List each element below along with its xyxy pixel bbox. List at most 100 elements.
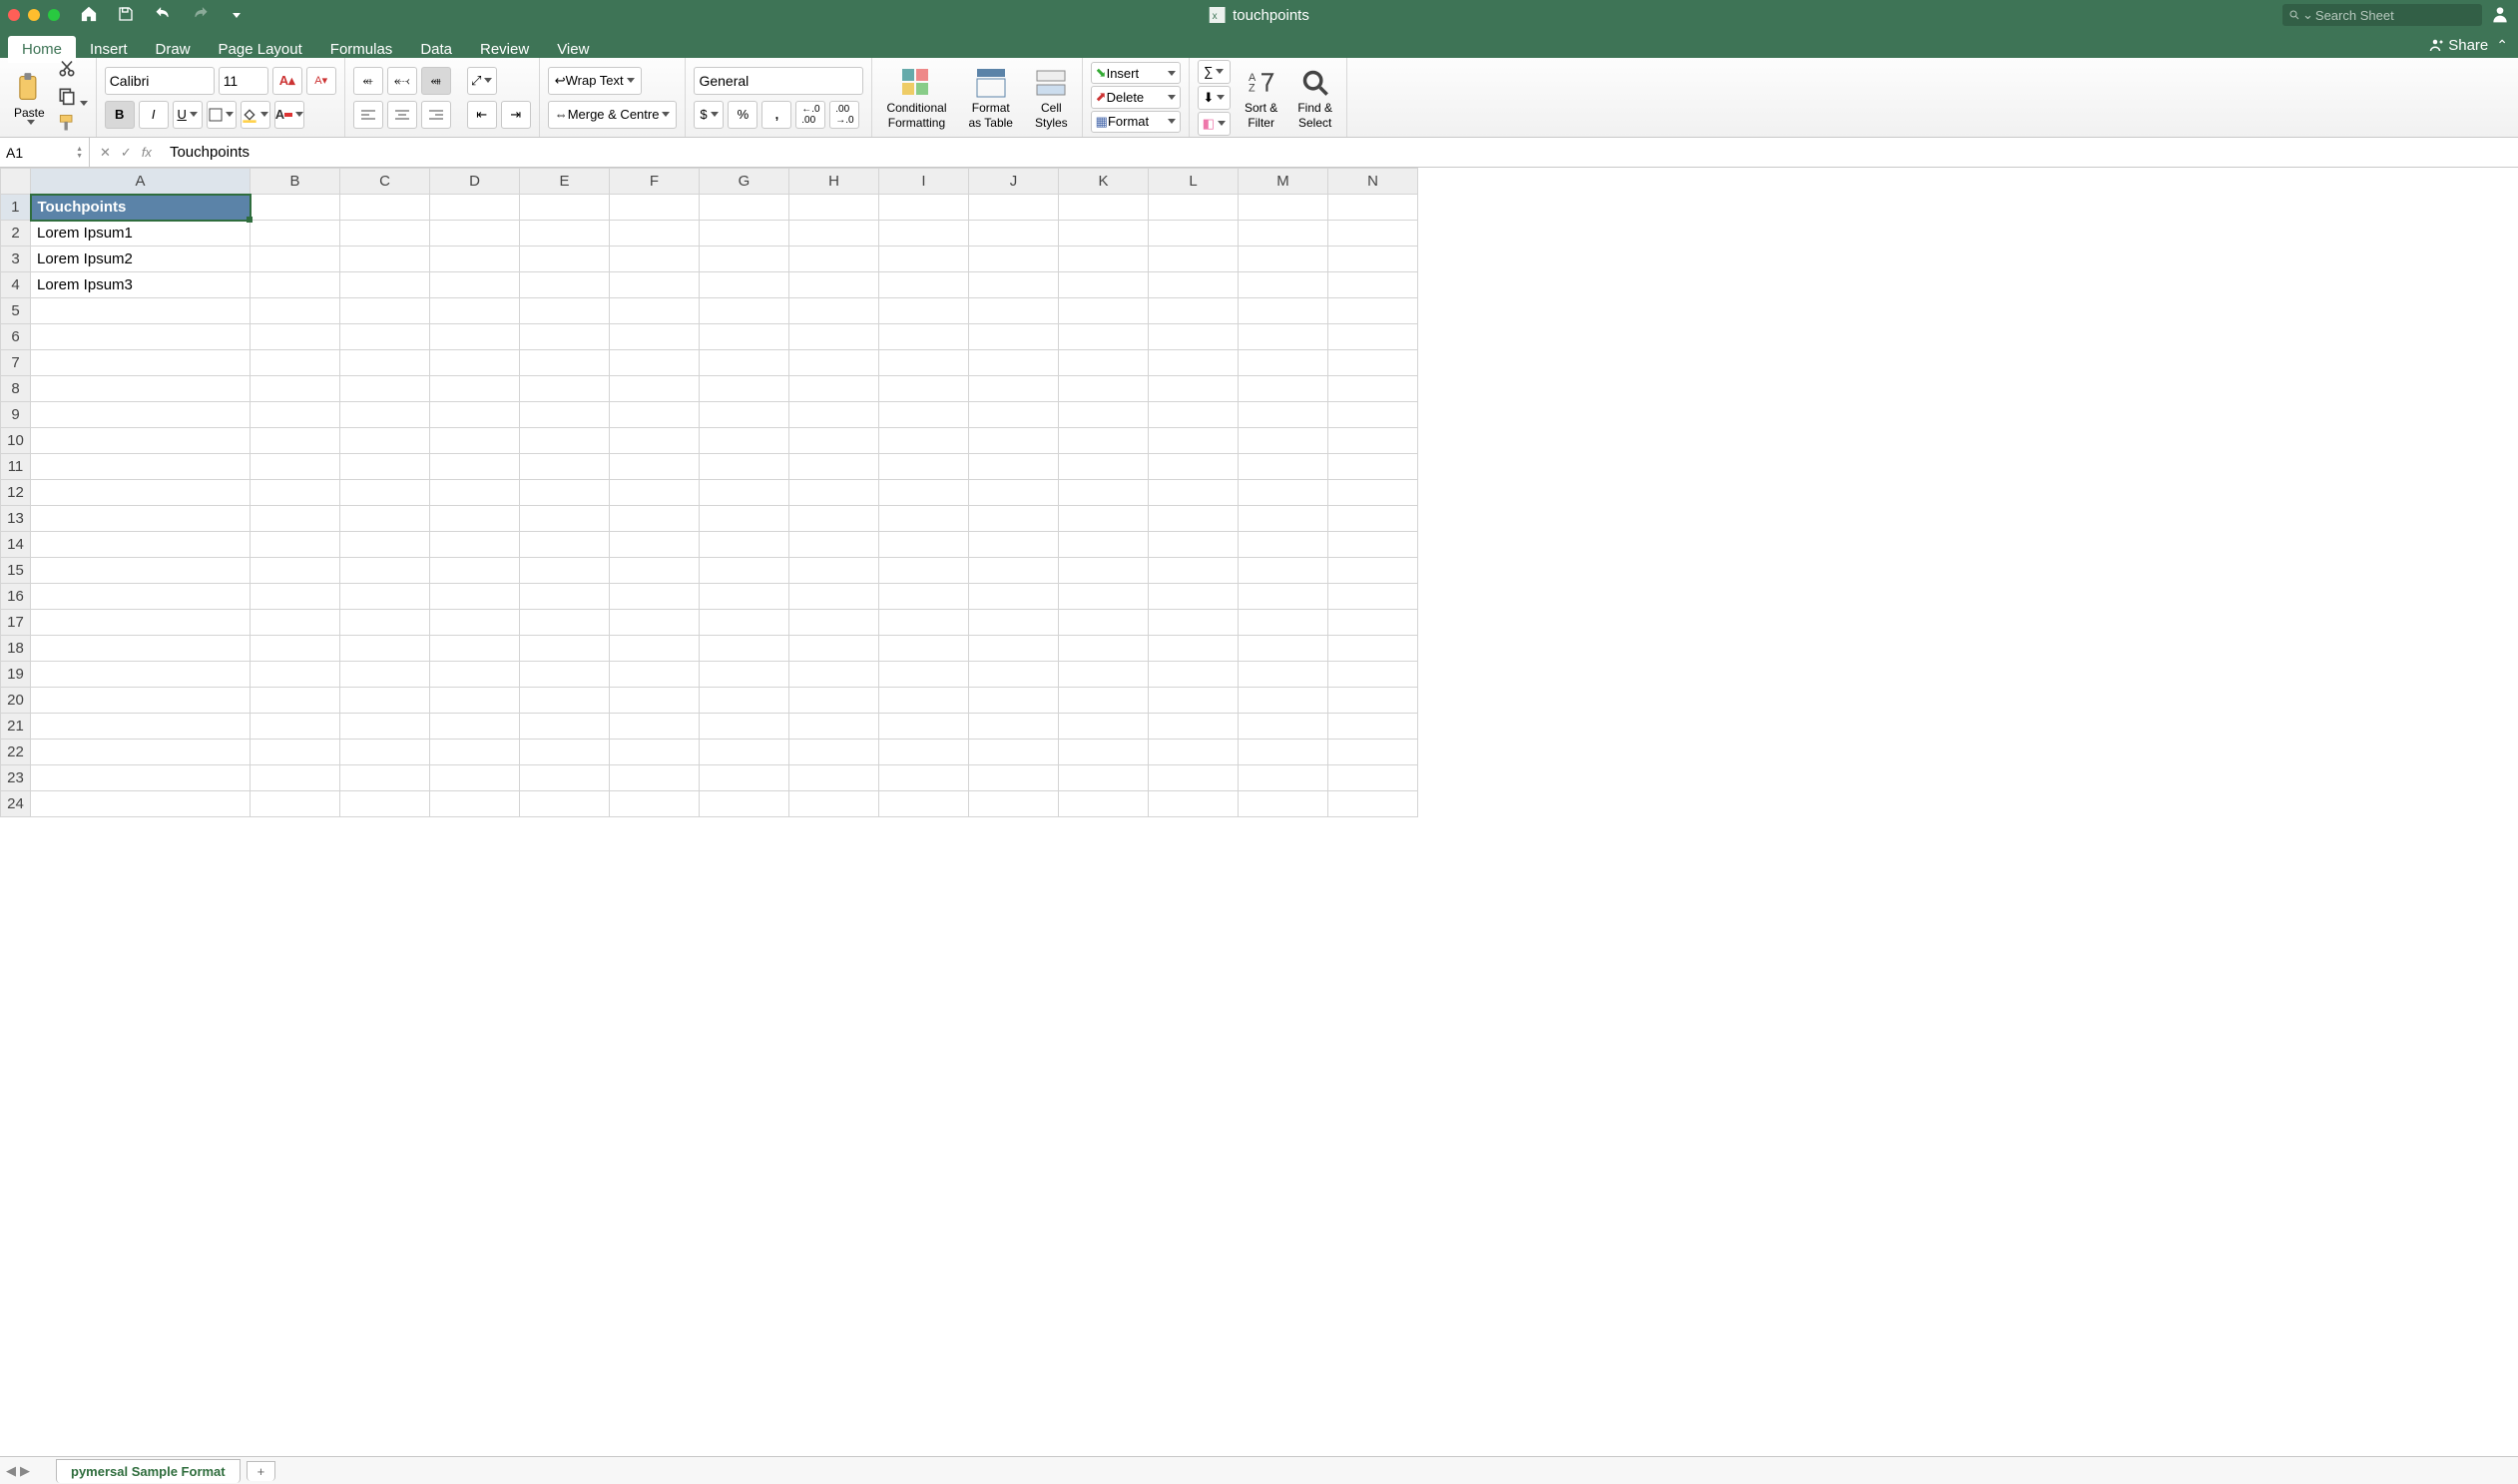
cell-E12[interactable]	[520, 480, 610, 506]
cell-D4[interactable]	[430, 272, 520, 298]
cell-M5[interactable]	[1239, 298, 1328, 324]
cell-I12[interactable]	[879, 480, 969, 506]
cell-N13[interactable]	[1328, 506, 1418, 532]
cell-G15[interactable]	[700, 558, 789, 584]
cell-styles-button[interactable]: CellStyles	[1029, 62, 1074, 133]
cell-J11[interactable]	[969, 454, 1059, 480]
cell-D16[interactable]	[430, 584, 520, 610]
cell-A11[interactable]	[31, 454, 251, 480]
cell-B19[interactable]	[251, 662, 340, 688]
cell-L22[interactable]	[1149, 740, 1239, 765]
cell-D10[interactable]	[430, 428, 520, 454]
cell-D20[interactable]	[430, 688, 520, 714]
row-header-9[interactable]: 9	[1, 402, 31, 428]
cell-K4[interactable]	[1059, 272, 1149, 298]
cell-H4[interactable]	[789, 272, 879, 298]
row-header-7[interactable]: 7	[1, 350, 31, 376]
cell-K8[interactable]	[1059, 376, 1149, 402]
cell-G19[interactable]	[700, 662, 789, 688]
cell-N20[interactable]	[1328, 688, 1418, 714]
cell-J12[interactable]	[969, 480, 1059, 506]
cell-L16[interactable]	[1149, 584, 1239, 610]
cell-J9[interactable]	[969, 402, 1059, 428]
cell-F21[interactable]	[610, 714, 700, 740]
cell-F7[interactable]	[610, 350, 700, 376]
cell-L9[interactable]	[1149, 402, 1239, 428]
cell-M19[interactable]	[1239, 662, 1328, 688]
cell-B1[interactable]	[251, 195, 340, 221]
cell-H14[interactable]	[789, 532, 879, 558]
cell-F1[interactable]	[610, 195, 700, 221]
cell-H10[interactable]	[789, 428, 879, 454]
format-as-table-button[interactable]: Formatas Table	[963, 62, 1019, 133]
cell-J15[interactable]	[969, 558, 1059, 584]
cell-H22[interactable]	[789, 740, 879, 765]
cell-N17[interactable]	[1328, 610, 1418, 636]
cell-A9[interactable]	[31, 402, 251, 428]
cell-C9[interactable]	[340, 402, 430, 428]
col-header-G[interactable]: G	[700, 169, 789, 195]
sort-filter-button[interactable]: AZSort &Filter	[1239, 63, 1283, 132]
name-box[interactable]: A1 ▲▼	[0, 138, 90, 167]
cell-K24[interactable]	[1059, 791, 1149, 817]
cell-B10[interactable]	[251, 428, 340, 454]
delete-cells-button[interactable]: ⬈ Delete	[1091, 86, 1181, 108]
cell-C21[interactable]	[340, 714, 430, 740]
cell-B6[interactable]	[251, 324, 340, 350]
cell-F22[interactable]	[610, 740, 700, 765]
cell-B20[interactable]	[251, 688, 340, 714]
cell-F8[interactable]	[610, 376, 700, 402]
cell-J3[interactable]	[969, 247, 1059, 272]
increase-decimal-icon[interactable]: ←.0.00	[795, 101, 825, 129]
cell-M8[interactable]	[1239, 376, 1328, 402]
cell-N10[interactable]	[1328, 428, 1418, 454]
cell-J16[interactable]	[969, 584, 1059, 610]
cell-D14[interactable]	[430, 532, 520, 558]
cell-N1[interactable]	[1328, 195, 1418, 221]
cell-F9[interactable]	[610, 402, 700, 428]
cell-H3[interactable]	[789, 247, 879, 272]
cell-I20[interactable]	[879, 688, 969, 714]
col-header-E[interactable]: E	[520, 169, 610, 195]
cell-I6[interactable]	[879, 324, 969, 350]
search-sheet-box[interactable]: ⌄	[2282, 4, 2482, 26]
cell-K16[interactable]	[1059, 584, 1149, 610]
cell-D2[interactable]	[430, 221, 520, 247]
cell-N8[interactable]	[1328, 376, 1418, 402]
cell-N19[interactable]	[1328, 662, 1418, 688]
cell-F17[interactable]	[610, 610, 700, 636]
cell-G3[interactable]	[700, 247, 789, 272]
cell-D5[interactable]	[430, 298, 520, 324]
cell-M1[interactable]	[1239, 195, 1328, 221]
cell-E13[interactable]	[520, 506, 610, 532]
profile-icon[interactable]	[2490, 4, 2510, 27]
cell-N6[interactable]	[1328, 324, 1418, 350]
cell-M22[interactable]	[1239, 740, 1328, 765]
cell-I5[interactable]	[879, 298, 969, 324]
cell-G17[interactable]	[700, 610, 789, 636]
qat-customize-icon[interactable]	[233, 13, 241, 18]
undo-icon[interactable]	[154, 5, 172, 26]
cell-M6[interactable]	[1239, 324, 1328, 350]
cell-A4[interactable]: Lorem Ipsum3	[31, 272, 251, 298]
col-header-B[interactable]: B	[251, 169, 340, 195]
cell-A13[interactable]	[31, 506, 251, 532]
cell-F16[interactable]	[610, 584, 700, 610]
cell-G5[interactable]	[700, 298, 789, 324]
cell-F6[interactable]	[610, 324, 700, 350]
cell-I8[interactable]	[879, 376, 969, 402]
cell-B16[interactable]	[251, 584, 340, 610]
cell-A7[interactable]	[31, 350, 251, 376]
orientation-icon[interactable]: ⤢	[467, 67, 497, 95]
cell-D19[interactable]	[430, 662, 520, 688]
add-sheet-button[interactable]: +	[247, 1461, 276, 1481]
cell-A8[interactable]	[31, 376, 251, 402]
cell-K6[interactable]	[1059, 324, 1149, 350]
cell-N2[interactable]	[1328, 221, 1418, 247]
autosum-button[interactable]: ∑	[1198, 60, 1231, 84]
cell-F19[interactable]	[610, 662, 700, 688]
cell-L2[interactable]	[1149, 221, 1239, 247]
cell-F4[interactable]	[610, 272, 700, 298]
cell-I21[interactable]	[879, 714, 969, 740]
cell-H17[interactable]	[789, 610, 879, 636]
